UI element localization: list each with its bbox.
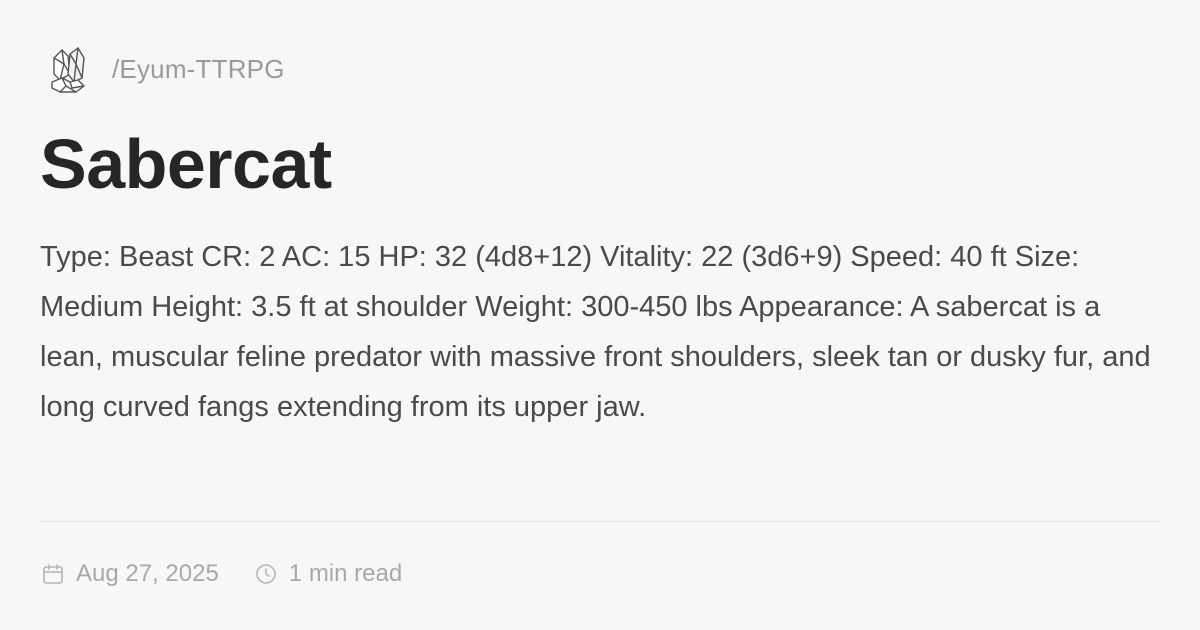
- publish-date: Aug 27, 2025: [40, 560, 219, 588]
- article-meta: Aug 27, 2025 1 min read: [40, 556, 402, 592]
- site-header: /Eyum-TTRPG: [40, 40, 285, 98]
- page-title: Sabercat: [40, 125, 332, 203]
- divider: [40, 521, 1160, 522]
- article-preview-card: /Eyum-TTRPG Sabercat Type: Beast CR: 2 A…: [40, 40, 1160, 600]
- crystal-cluster-icon[interactable]: [40, 41, 96, 97]
- publish-date-text: Aug 27, 2025: [76, 560, 219, 587]
- article-description: Type: Beast CR: 2 AC: 15 HP: 32 (4d8+12)…: [40, 241, 1151, 423]
- reading-time-text: 1 min read: [288, 560, 403, 587]
- calendar-icon: [40, 561, 66, 587]
- reading-time: 1 min read: [253, 560, 402, 588]
- site-name-link[interactable]: /Eyum-TTRPG: [112, 54, 285, 85]
- clock-icon: [253, 561, 279, 587]
